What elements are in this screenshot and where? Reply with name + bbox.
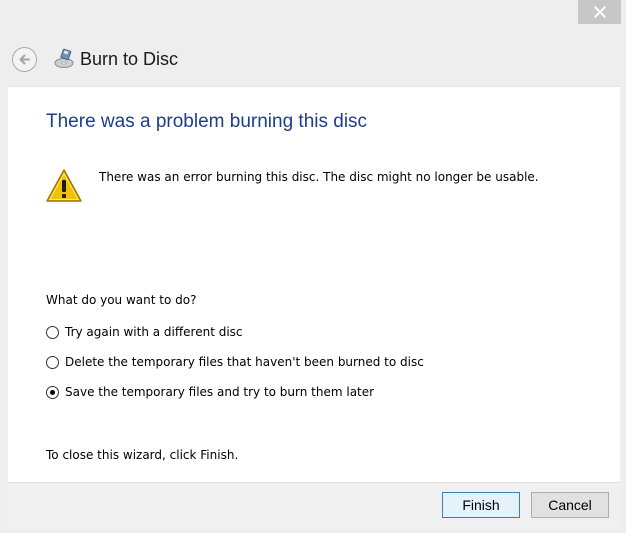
button-bar: Finish Cancel <box>8 482 620 527</box>
content-panel: There was a problem burning this disc Th… <box>8 86 620 482</box>
question-label: What do you want to do? <box>46 293 197 307</box>
radio-selected-dot <box>50 389 55 395</box>
window-title: Burn to Disc <box>80 49 179 69</box>
radio-delete-temp-files[interactable] <box>46 355 59 369</box>
main-heading: There was a problem burning this disc <box>46 111 368 132</box>
option-label: Save the temporary files and try to burn… <box>65 385 375 399</box>
close-button[interactable] <box>578 0 621 24</box>
warning-icon <box>46 169 82 202</box>
option-save-temp-files[interactable]: Save the temporary files and try to burn… <box>46 383 374 401</box>
close-icon <box>593 6 606 18</box>
option-try-again[interactable]: Try again with a different disc <box>46 323 243 341</box>
option-label: Delete the temporary files that haven't … <box>65 355 424 369</box>
radio-save-temp-files[interactable] <box>46 385 59 399</box>
back-arrow-icon <box>19 54 30 65</box>
back-button[interactable] <box>12 47 37 72</box>
option-delete-temp-files[interactable]: Delete the temporary files that haven't … <box>46 353 424 371</box>
burn-disc-icon <box>54 48 74 68</box>
wizard-header: Burn to Disc <box>0 44 626 76</box>
option-label: Try again with a different disc <box>65 325 243 339</box>
burn-to-disc-window: Burn to Disc There was a problem burning… <box>0 0 626 533</box>
finish-button[interactable]: Finish <box>442 492 520 518</box>
error-message: There was an error burning this disc. Th… <box>99 170 539 184</box>
closing-note: To close this wizard, click Finish. <box>46 448 239 462</box>
cancel-button[interactable]: Cancel <box>531 492 609 518</box>
radio-try-again[interactable] <box>46 325 59 339</box>
